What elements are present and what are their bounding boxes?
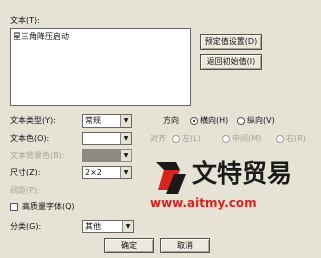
ok-button[interactable]: 确定 <box>104 238 154 253</box>
reset-initial-button[interactable]: 返回初始值(I) <box>200 54 262 70</box>
preset-value-button[interactable]: 预定值设置(D) <box>200 34 262 50</box>
text-type-select[interactable]: 常规 ▼ <box>82 114 132 128</box>
category-select[interactable]: 其他 ▼ <box>82 220 134 233</box>
direction-vertical-radio[interactable] <box>237 117 245 125</box>
direction-label: 方向 <box>163 116 179 125</box>
chevron-down-icon: ▼ <box>122 221 133 232</box>
cancel-button[interactable]: 取消 <box>160 238 210 253</box>
watermark-url-text: www.aitmy.com <box>150 196 257 210</box>
text-label: 文本(T): <box>10 16 40 25</box>
chevron-down-icon: ▼ <box>120 133 131 144</box>
text-color-label: 文本色(O): <box>10 134 50 143</box>
high-quality-font-checkbox[interactable] <box>10 203 18 211</box>
direction-horizontal-label: 横向(H) <box>200 116 229 125</box>
align-right-radio[interactable] <box>276 135 284 143</box>
high-quality-font-label: 高质量字体(Q) <box>22 202 75 211</box>
align-left-radio[interactable] <box>172 135 180 143</box>
text-bg-color-label: 文本背景色(B): <box>10 151 65 160</box>
chevron-down-icon: ▼ <box>120 115 131 127</box>
brand-logo-icon <box>156 162 186 194</box>
size-label: 尺寸(Z): <box>10 168 41 177</box>
text-type-label: 文本类型(Y): <box>10 116 56 125</box>
align-left-label: 左(L) <box>182 134 201 143</box>
watermark-brand-text: 文特贸易 <box>192 159 293 188</box>
align-center-radio[interactable] <box>222 135 230 143</box>
text-color-select[interactable]: ▼ <box>82 132 132 145</box>
direction-vertical-label: 纵向(V) <box>247 116 275 125</box>
category-value: 其他 <box>85 222 101 231</box>
chevron-down-icon: ▼ <box>120 167 131 178</box>
chevron-down-icon: ▼ <box>120 150 131 161</box>
size-value: 2×2 <box>85 168 102 177</box>
align-right-label: 右(R) <box>286 134 306 143</box>
text-bg-color-select[interactable]: ▼ <box>82 149 132 162</box>
text-type-value: 常规 <box>85 116 101 125</box>
category-label: 分类(G): <box>10 222 42 231</box>
align-center-label: 中间(M) <box>232 134 262 143</box>
direction-horizontal-radio[interactable] <box>190 117 198 125</box>
text-input-value: 星三角降压启动 <box>13 32 69 41</box>
size-select[interactable]: 2×2 ▼ <box>82 166 132 179</box>
text-input[interactable]: 星三角降压启动 <box>10 28 191 106</box>
spacing-label: 间距(P): <box>10 186 40 195</box>
alignment-label: 对齐 <box>150 134 166 143</box>
